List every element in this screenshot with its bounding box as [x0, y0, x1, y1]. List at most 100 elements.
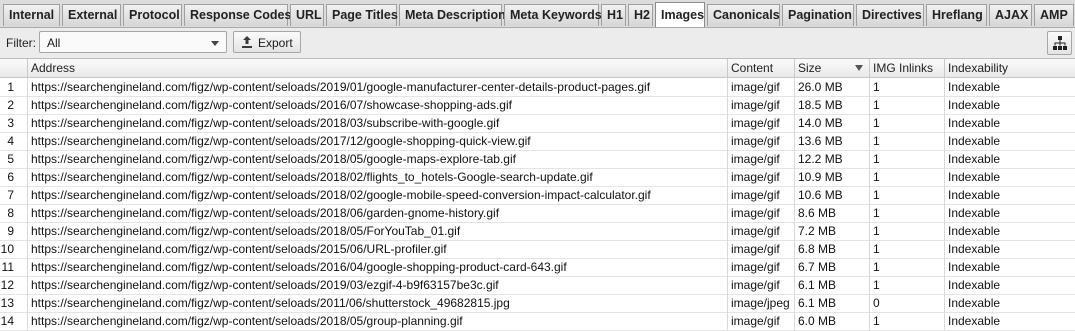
tab-canonicals[interactable]: Canonicals: [707, 4, 780, 26]
tab-meta-description[interactable]: Meta Description: [399, 4, 506, 26]
cell-img-inlinks: 1: [870, 168, 945, 186]
tab-response-codes[interactable]: Response Codes: [184, 4, 291, 26]
cell-address: https://searchengineland.com/figz/wp-con…: [28, 132, 728, 150]
cell-indexability: Indexable: [948, 296, 1001, 310]
sort-descending-icon: [855, 65, 863, 71]
cell-size: 14.0 MB: [795, 114, 870, 132]
cell-img-inlinks: 1: [870, 150, 945, 168]
cell-size: 13.6 MB: [795, 132, 870, 150]
cell-content-type: image/gif: [728, 96, 795, 114]
cell-content-type: image/gif: [728, 312, 795, 330]
cell-indexability: Indexable: [948, 98, 1001, 112]
cell-size: 18.5 MB: [795, 96, 870, 114]
cell-content-type: image/gif: [728, 222, 795, 240]
cell-img-inlinks: 1: [870, 78, 945, 96]
tab-hreflang[interactable]: Hreflang: [926, 4, 987, 26]
tab-amp[interactable]: AMP: [1034, 4, 1074, 26]
site-structure-button[interactable]: [1047, 31, 1072, 55]
table-header: Address Content Size IMG Inlinks Indexab…: [0, 59, 1075, 78]
cell-address: https://searchengineland.com/figz/wp-con…: [28, 276, 728, 294]
cell-address: https://searchengineland.com/figz/wp-con…: [28, 114, 728, 132]
tab-ajax[interactable]: AJAX: [989, 4, 1032, 26]
table-row[interactable]: 8 https://searchengineland.com/figz/wp-co…: [0, 204, 1075, 223]
tab-directives[interactable]: Directives: [856, 4, 924, 26]
cell-img-inlinks: 1: [870, 204, 945, 222]
cell-img-inlinks: 1: [870, 96, 945, 114]
tab-pagination[interactable]: Pagination: [782, 4, 854, 26]
column-header-index[interactable]: [0, 59, 28, 77]
cell-address: https://searchengineland.com/figz/wp-con…: [28, 150, 728, 168]
cell-row-index: 1: [0, 78, 28, 96]
cell-address: https://searchengineland.com/figz/wp-con…: [28, 204, 728, 222]
cell-content-type: image/gif: [728, 258, 795, 276]
cell-address: https://searchengineland.com/figz/wp-con…: [28, 96, 728, 114]
tab-url[interactable]: URL: [290, 4, 324, 26]
cell-size: 6.8 MB: [795, 240, 870, 258]
table-row[interactable]: 10 https://searchengineland.com/figz/wp-c…: [0, 240, 1075, 259]
cell-size: 6.0 MB: [795, 312, 870, 330]
cell-address: https://searchengineland.com/figz/wp-con…: [28, 240, 728, 258]
tab-protocol[interactable]: Protocol: [123, 4, 182, 26]
table-row[interactable]: 13 https://searchengineland.com/figz/wp-c…: [0, 294, 1075, 313]
cell-row-index: 14: [0, 312, 28, 330]
table-row[interactable]: 12 https://searchengineland.com/figz/wp-c…: [0, 276, 1075, 295]
filter-dropdown[interactable]: All: [39, 31, 227, 53]
tab-meta-keywords[interactable]: Meta Keywords: [504, 4, 602, 26]
column-header-img-inlinks[interactable]: IMG Inlinks: [870, 59, 945, 77]
table-row[interactable]: 4 https://searchengineland.com/figz/wp-co…: [0, 132, 1075, 151]
filter-label: Filter:: [6, 36, 36, 50]
table-row[interactable]: 6 https://searchengineland.com/figz/wp-co…: [0, 168, 1075, 187]
table-row[interactable]: 2 https://searchengineland.com/figz/wp-co…: [0, 96, 1075, 115]
column-header-address[interactable]: Address: [28, 59, 728, 77]
table-row[interactable]: 5 https://searchengineland.com/figz/wp-co…: [0, 150, 1075, 169]
column-header-size[interactable]: Size: [795, 59, 870, 77]
cell-indexability: Indexable: [948, 206, 1001, 220]
cell-row-index: 12: [0, 276, 28, 294]
tab-bar: Internal External Protocol Response Codes UR…: [0, 0, 1075, 28]
chevron-down-icon: [211, 41, 219, 46]
cell-size: 6.7 MB: [795, 258, 870, 276]
cell-row-index: 2: [0, 96, 28, 114]
tab-h1[interactable]: H1: [601, 4, 626, 26]
cell-row-index: 4: [0, 132, 28, 150]
cell-size: 10.6 MB: [795, 186, 870, 204]
filter-dropdown-value: All: [47, 36, 61, 50]
tab-h2[interactable]: H2: [628, 4, 653, 26]
cell-row-index: 7: [0, 186, 28, 204]
table-row[interactable]: 3 https://searchengineland.com/figz/wp-co…: [0, 114, 1075, 133]
cell-img-inlinks: 1: [870, 114, 945, 132]
cell-row-index: 8: [0, 204, 28, 222]
tab-images[interactable]: Images: [655, 2, 705, 27]
cell-size: 7.2 MB: [795, 222, 870, 240]
cell-address: https://searchengineland.com/figz/wp-con…: [28, 258, 728, 276]
cell-size: 8.6 MB: [795, 204, 870, 222]
cell-row-index: 3: [0, 114, 28, 132]
table-row[interactable]: 14 https://searchengineland.com/figz/wp-c…: [0, 312, 1075, 331]
tab-external[interactable]: External: [62, 4, 121, 26]
cell-indexability: Indexable: [948, 170, 1001, 184]
table-row[interactable]: 11 https://searchengineland.com/figz/wp-c…: [0, 258, 1075, 277]
export-button[interactable]: Export: [233, 31, 301, 53]
cell-img-inlinks: 1: [870, 258, 945, 276]
cell-address: https://searchengineland.com/figz/wp-con…: [28, 222, 728, 240]
export-icon: [242, 36, 252, 48]
tab-list: Internal External Protocol Response Codes UR…: [3, 2, 1075, 27]
cell-img-inlinks: 1: [870, 222, 945, 240]
tab-page-titles[interactable]: Page Titles: [326, 4, 398, 26]
cell-address: https://searchengineland.com/figz/wp-con…: [28, 78, 728, 96]
cell-indexability: Indexable: [948, 242, 1001, 256]
cell-content-type: image/gif: [728, 276, 795, 294]
cell-content-type: image/gif: [728, 78, 795, 96]
table-row[interactable]: 7 https://searchengineland.com/figz/wp-co…: [0, 186, 1075, 205]
cell-content-type: image/gif: [728, 150, 795, 168]
cell-size: 6.1 MB: [795, 294, 870, 312]
cell-content-type: image/gif: [728, 204, 795, 222]
cell-img-inlinks: 1: [870, 186, 945, 204]
column-header-indexability[interactable]: Indexability: [945, 59, 1075, 77]
table-row[interactable]: 9 https://searchengineland.com/figz/wp-co…: [0, 222, 1075, 241]
cell-address: https://searchengineland.com/figz/wp-con…: [28, 186, 728, 204]
filter-toolbar: Filter: All Export: [0, 28, 1075, 59]
column-header-content[interactable]: Content: [728, 59, 795, 77]
table-row[interactable]: 1 https://searchengineland.com/figz/wp-co…: [0, 78, 1075, 97]
tab-internal[interactable]: Internal: [3, 4, 60, 26]
